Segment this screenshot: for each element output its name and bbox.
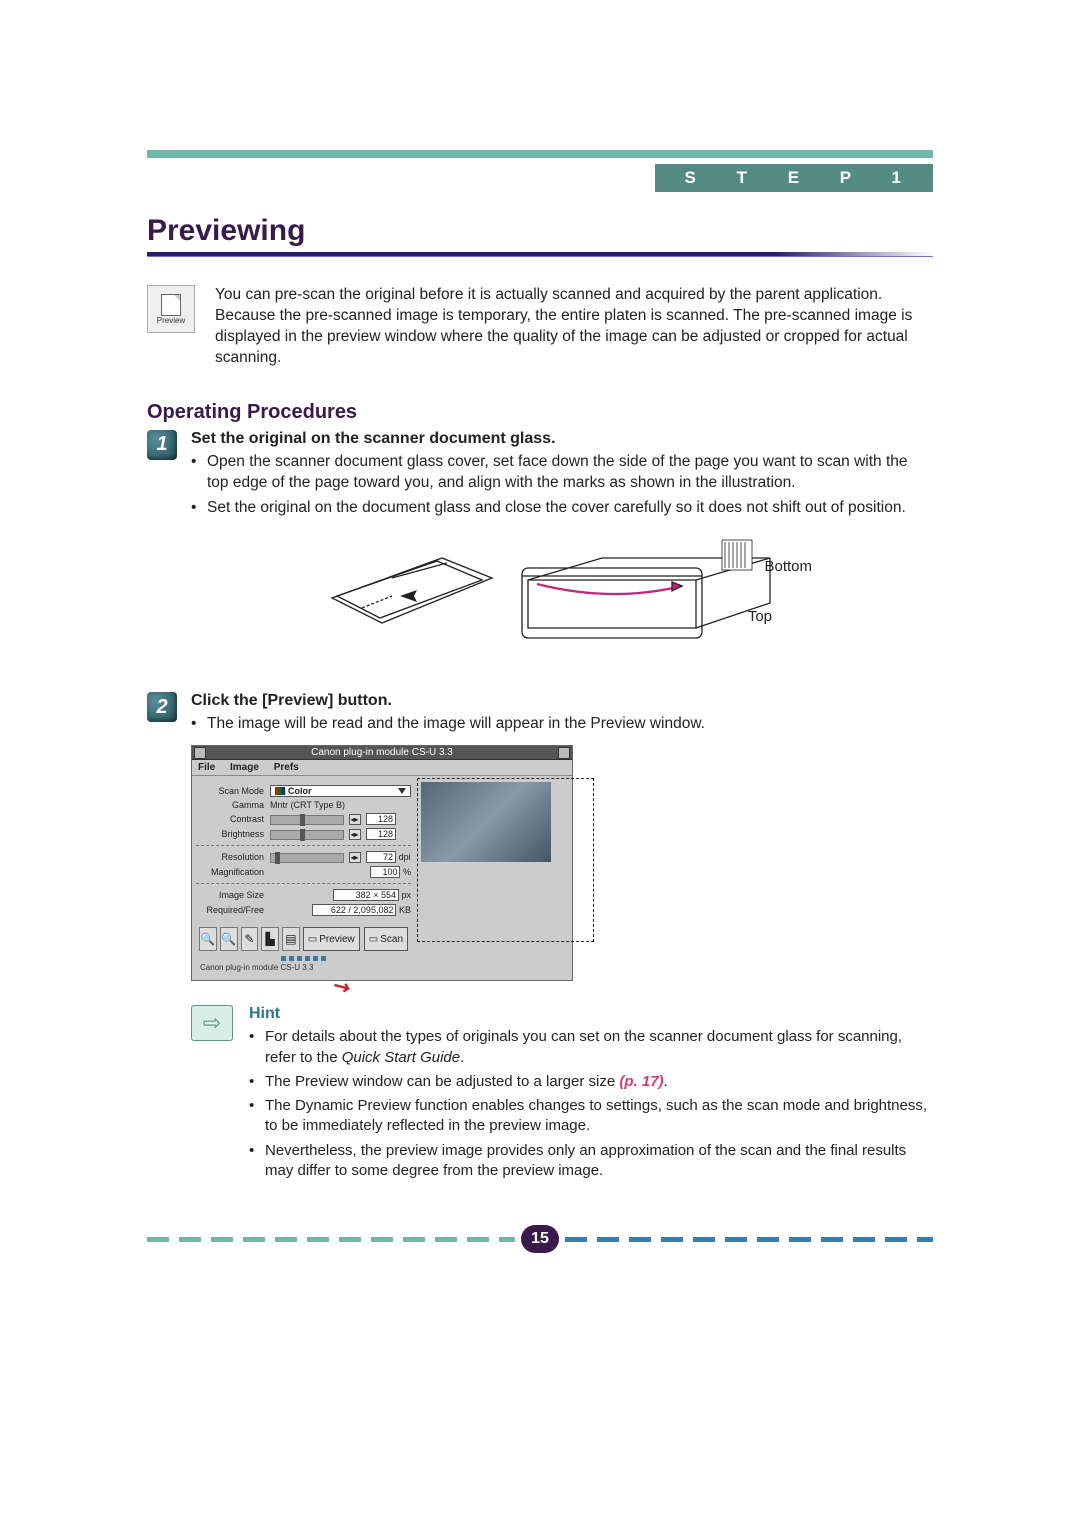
scan-mode-label: Scan Mode [196, 786, 270, 796]
pen-icon[interactable]: ✎ [241, 927, 259, 951]
page-ref-link[interactable]: (p. 17) [619, 1073, 663, 1090]
footer-dash-left [147, 1237, 515, 1242]
resolution-stepper[interactable]: ◂▸ [349, 852, 361, 863]
preview-area [415, 776, 572, 980]
scan-mode-dropdown[interactable]: Color [270, 785, 411, 797]
contrast-value[interactable]: 128 [366, 813, 396, 825]
step-1-bullet-2: Set the original on the document glass a… [191, 498, 933, 519]
preview-icon: Preview [147, 285, 195, 333]
image-size-unit: px [401, 890, 411, 900]
scan-thumb-icon: ▭ [369, 934, 378, 945]
menu-file[interactable]: File [198, 762, 215, 773]
palette-icon [275, 787, 285, 795]
contrast-label: Contrast [196, 814, 270, 824]
resolution-slider[interactable] [270, 853, 344, 863]
gamma-label: Gamma [196, 800, 270, 810]
image-size-label: Image Size [196, 890, 270, 900]
intro-paragraph: You can pre-scan the original before it … [215, 285, 933, 369]
preview-icon-label: Preview [157, 316, 185, 325]
illus-label-top: Top [748, 608, 772, 625]
resolution-label: Resolution [196, 852, 270, 862]
menu-prefs[interactable]: Prefs [274, 762, 299, 773]
hint-title: Hint [249, 1005, 933, 1023]
footer-dash-right [565, 1237, 933, 1242]
crop-marquee[interactable] [417, 778, 594, 942]
preview-button[interactable]: ▭ Preview [303, 927, 360, 951]
title-underline [147, 252, 933, 257]
step-label: S T E P 1 [655, 164, 933, 192]
required-free-label: Required/Free [196, 905, 270, 915]
step-2-title: Click the [Preview] button. [191, 692, 933, 710]
required-free-value: 622 / 2,095,082 [312, 904, 396, 916]
hint-bullet-1: For details about the types of originals… [249, 1027, 933, 1068]
preview-window-screenshot: Canon plug-in module CS-U 3.3 File Image… [191, 745, 573, 981]
page-title: Previewing [147, 214, 933, 248]
step-2-bullet-1: The image will be read and the image wil… [191, 714, 933, 735]
illus-label-bottom: Bottom [764, 558, 812, 575]
brightness-slider[interactable] [270, 830, 344, 840]
status-text: Canon plug-in module CS-U 3.3 [196, 961, 411, 974]
histogram-icon[interactable]: ▙ [261, 927, 279, 951]
zoom-in-icon[interactable]: 🔍 [199, 927, 217, 951]
step-badge-1: 1 [147, 430, 177, 460]
settings-panel: Scan Mode Color Gamma Mntr (CRT Type B) … [192, 776, 415, 980]
window-close-box[interactable] [194, 747, 206, 759]
hint-icon: ⇨ [191, 1005, 233, 1041]
magnification-value[interactable]: 100 [370, 866, 400, 878]
required-free-unit: KB [399, 905, 411, 915]
step-badge-2: 2 [147, 692, 177, 722]
page-number-badge: 15 [521, 1225, 559, 1253]
contrast-slider[interactable] [270, 815, 344, 825]
image-size-value: 382 × 554 [333, 889, 399, 901]
gamma-value[interactable]: Mntr (CRT Type B) [270, 800, 411, 810]
zoom-out-icon[interactable]: 🔍 [220, 927, 238, 951]
page-icon[interactable]: ▤ [282, 927, 300, 951]
window-titlebar: Canon plug-in module CS-U 3.3 [192, 746, 572, 760]
window-title: Canon plug-in module CS-U 3.3 [311, 747, 453, 758]
header-accent-bar [147, 150, 933, 158]
contrast-stepper[interactable]: ◂▸ [349, 814, 361, 825]
menu-image[interactable]: Image [230, 762, 259, 773]
step-1-title: Set the original on the scanner document… [191, 430, 933, 448]
chevron-down-icon [398, 788, 406, 794]
brightness-value[interactable]: 128 [366, 828, 396, 840]
page-footer: 15 [147, 1225, 933, 1253]
step-1-bullet-1: Open the scanner document glass cover, s… [191, 452, 933, 494]
menubar: File Image Prefs [192, 760, 572, 776]
hint-bullet-4: Nevertheless, the preview image provides… [249, 1141, 933, 1182]
section-heading: Operating Procedures [147, 401, 933, 424]
resolution-value[interactable]: 72 [366, 851, 396, 863]
brightness-label: Brightness [196, 829, 270, 839]
scanner-illustration: Bottom Top [322, 528, 802, 668]
scan-button[interactable]: ▭ Scan [364, 927, 408, 951]
preview-thumb-icon: ▭ [308, 934, 317, 945]
window-zoom-box[interactable] [558, 747, 570, 759]
hint-bullet-2: The Preview window can be adjusted to a … [249, 1072, 933, 1092]
hint-bullet-3: The Dynamic Preview function enables cha… [249, 1096, 933, 1137]
magnification-label: Magnification [196, 867, 270, 877]
brightness-stepper[interactable]: ◂▸ [349, 829, 361, 840]
resolution-unit: dpi [399, 852, 411, 862]
magnification-unit: % [403, 867, 411, 877]
